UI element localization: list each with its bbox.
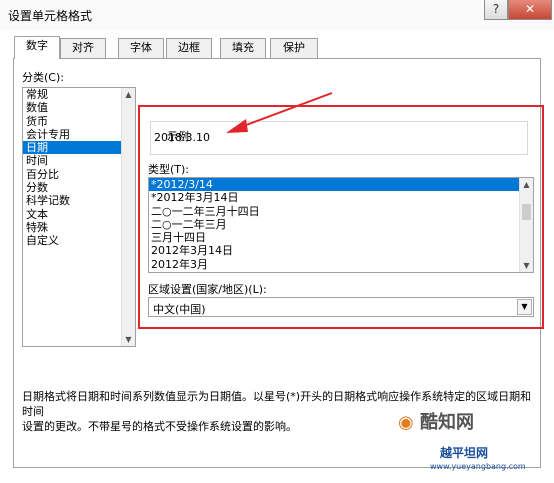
- type-item[interactable]: *2012/3/14: [149, 178, 533, 192]
- category-item[interactable]: 自定义: [23, 234, 135, 247]
- category-item[interactable]: 常规: [23, 88, 135, 101]
- category-item[interactable]: 日期: [23, 141, 135, 155]
- type-scroll-up-icon[interactable]: ▲: [520, 178, 533, 191]
- category-item[interactable]: 会计专用: [23, 128, 135, 141]
- type-label: 类型(T):: [148, 163, 190, 176]
- tab-fill[interactable]: 填充: [220, 38, 266, 58]
- category-list[interactable]: 常规 数值 货币 会计专用 日期 时间 百分比 分数 科学记数 文本 特殊 自定义 ▲ ▼: [22, 87, 136, 347]
- scroll-thumb[interactable]: [522, 204, 531, 220]
- category-item[interactable]: 分数: [23, 181, 135, 194]
- category-item[interactable]: 百分比: [23, 168, 135, 181]
- tab-font[interactable]: 字体: [118, 38, 164, 58]
- chevron-down-icon[interactable]: ▼: [517, 299, 532, 315]
- category-item[interactable]: 文本: [23, 208, 135, 221]
- description-text: 日期格式将日期和时间系列数值显示为日期值。以星号(*)开头的日期格式响应操作系统…: [22, 389, 542, 434]
- highlight-box: 示例 2018.3.10 类型(T): *2012/3/14 *2012年3月14…: [138, 105, 544, 329]
- tab-protection[interactable]: 保护: [270, 38, 318, 58]
- locale-label: 区域设置(国家/地区)(L):: [148, 283, 267, 296]
- scroll-up-icon[interactable]: ▲: [122, 88, 135, 101]
- category-item[interactable]: 时间: [23, 154, 135, 167]
- tab-number[interactable]: 数字: [14, 36, 60, 59]
- close-button[interactable]: ✕: [508, 0, 552, 20]
- type-item[interactable]: 2012年3月: [149, 258, 533, 271]
- help-button[interactable]: ?: [484, 0, 508, 20]
- sample-value: 2018.3.10: [154, 131, 210, 144]
- category-item[interactable]: 科学记数: [23, 194, 135, 207]
- title-bar: 设置单元格格式 ? ✕: [0, 0, 554, 30]
- type-scrollbar[interactable]: ▲ ▼: [519, 178, 533, 272]
- type-item[interactable]: 二○一二年三月十四日: [149, 205, 533, 218]
- tab-border[interactable]: 边框: [166, 38, 212, 58]
- dialog-title: 设置单元格格式: [8, 9, 93, 23]
- category-item[interactable]: 特殊: [23, 221, 135, 234]
- type-list[interactable]: *2012/3/14 *2012年3月14日 二○一二年三月十四日 二○一二年三月 三月…: [148, 177, 534, 273]
- locale-select[interactable]: 中文(中国) ▼: [148, 297, 534, 317]
- description-line-2: 设置的更改。不带星号的格式不受操作系统设置的影响。: [22, 420, 297, 433]
- category-scrollbar[interactable]: ▲ ▼: [121, 88, 135, 346]
- type-item[interactable]: 二○一二年三月: [149, 218, 533, 231]
- category-item[interactable]: 货币: [23, 115, 135, 128]
- format-cells-dialog: 数字 对齐 字体 边框 填充 保护 分类(C): 常规 数值 货币 会计专用 日期 时间百…: [0, 30, 554, 483]
- scroll-down-icon[interactable]: ▼: [122, 333, 135, 346]
- category-label: 分类(C):: [22, 71, 64, 84]
- type-item[interactable]: 三月十四日: [149, 231, 533, 244]
- type-item[interactable]: 2012年3月14日: [149, 244, 533, 257]
- locale-value: 中文(中国): [153, 303, 206, 316]
- number-panel: 分类(C): 常规 数值 货币 会计专用 日期 时间 百分比 分数 科学记数 文本 特殊 自定义 ▲ …: [13, 58, 544, 468]
- type-item[interactable]: *2012年3月14日: [149, 191, 533, 204]
- description-line-1: 日期格式将日期和时间系列数值显示为日期值。以星号(*)开头的日期格式响应操作系统…: [22, 390, 532, 418]
- tab-alignment[interactable]: 对齐: [60, 38, 106, 58]
- type-scroll-down-icon[interactable]: ▼: [520, 259, 533, 272]
- category-item[interactable]: 数值: [23, 101, 135, 114]
